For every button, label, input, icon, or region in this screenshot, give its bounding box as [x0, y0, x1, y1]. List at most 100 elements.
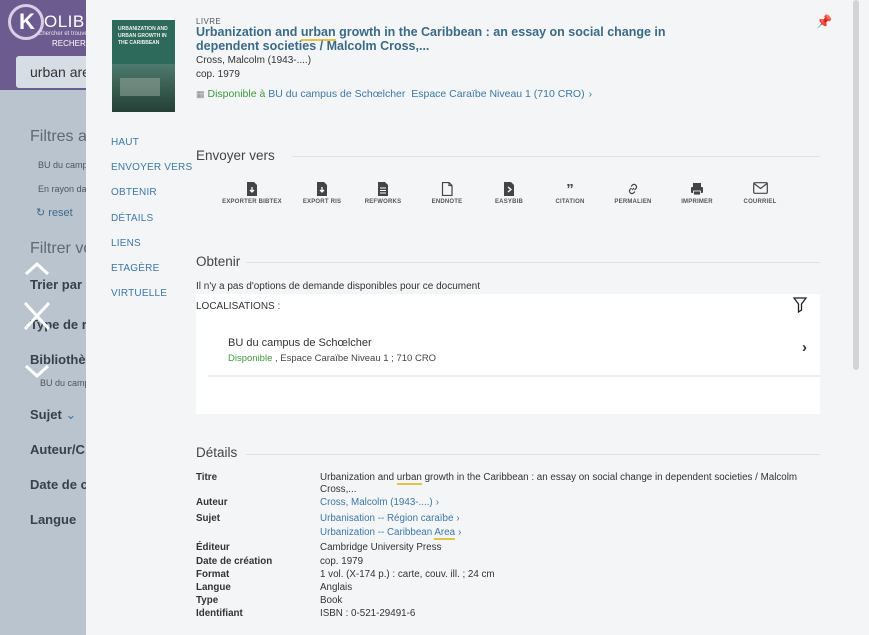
next-record-button[interactable]: [22, 356, 52, 386]
action-label: PERMALIEN: [614, 199, 652, 205]
subject-highlight: Area: [434, 527, 456, 540]
reset-icon: ↻: [36, 207, 49, 219]
facet-subject[interactable]: Sujet ⌄: [30, 407, 76, 423]
link-icon: [603, 182, 663, 198]
send-to-actions: EXPORTER BIBTEX EXPORT RIS REFWORKS ENDN…: [222, 182, 802, 222]
chevron-right-icon: ›: [802, 339, 807, 356]
facet-author[interactable]: Auteur/C: [30, 442, 85, 457]
email-button[interactable]: COURRIEL: [730, 182, 790, 206]
action-label: CITATION: [555, 199, 585, 205]
easybib-button[interactable]: EASYBIB: [479, 182, 539, 206]
record-date: cop. 1979: [196, 69, 240, 80]
availability-library: BU du campus de Schœlcher: [268, 88, 406, 100]
book-cover: URBANIZATION AND URBAN GROWTH IN THE CAR…: [112, 20, 175, 112]
export-bibtex-button[interactable]: EXPORTER BIBTEX: [222, 182, 282, 206]
filters-title: Filtres a: [30, 128, 87, 145]
title-text: Urbanization and: [196, 25, 301, 39]
printer-icon: [667, 182, 727, 198]
close-button[interactable]: [22, 300, 52, 331]
active-filter[interactable]: BU du camp: [38, 160, 88, 170]
record-title[interactable]: Urbanization and urban growth in the Car…: [196, 25, 666, 53]
availability-location: Espace Caraïbe Niveau 1 (710 CRO): [411, 88, 585, 100]
bibtex-file-icon: [222, 182, 282, 198]
nav-details[interactable]: DÉTAILS: [111, 206, 192, 231]
availability-link[interactable]: ▦ Disponible à BU du campus de Schœlcher …: [196, 88, 592, 100]
detail-value: 1 vol. (X-174 p.) : carte, couv. ill. ; …: [320, 569, 495, 580]
previous-record-button[interactable]: [22, 254, 52, 284]
logo-tagline: Chercher et trouver: [38, 31, 90, 37]
nav-send-to[interactable]: ENVOYER VERS: [111, 155, 192, 180]
record-author: Cross, Malcolm (1943-....): [196, 55, 312, 66]
detail-value: cop. 1979: [320, 556, 364, 567]
detail-value: Urbanization and urban growth in the Car…: [320, 472, 810, 495]
detail-value: ISBN : 0-521-29491-6: [320, 608, 416, 619]
detail-label: Auteur: [196, 497, 228, 508]
nav-links[interactable]: LIENS: [111, 231, 192, 256]
pin-icon[interactable]: 📌: [816, 14, 832, 30]
detail-label: Éditeur: [196, 542, 230, 553]
facet-language[interactable]: Langue: [30, 512, 76, 527]
location-library: BU du campus de Schœlcher: [228, 337, 372, 349]
refworks-button[interactable]: REFWORKS: [353, 182, 413, 206]
nav-top[interactable]: HAUT: [111, 130, 192, 155]
chevron-right-icon: ›: [458, 527, 462, 538]
nav-virtual[interactable]: VIRTUELLE: [111, 281, 192, 306]
export-ris-button[interactable]: EXPORT RIS: [292, 182, 352, 206]
close-icon: [23, 301, 51, 331]
endnote-button[interactable]: ENDNOTE: [417, 181, 477, 206]
locations-box: LOCALISATIONS : BU du campus de Schœlche…: [196, 294, 820, 414]
send-to-heading: Envoyer vers: [196, 148, 275, 163]
cover-title: URBANIZATION AND URBAN GROWTH IN THE CAR…: [118, 26, 168, 46]
locations-title: LOCALISATIONS :: [196, 301, 281, 312]
title-highlight: urban: [396, 472, 422, 485]
subject-link[interactable]: Urbanisation -- Région caraïbe: [320, 513, 453, 524]
divider: [246, 262, 820, 263]
refworks-icon: [353, 182, 413, 198]
detail-label: Format: [196, 569, 230, 580]
detail-label: Langue: [196, 582, 231, 593]
action-label: EXPORT RIS: [302, 199, 342, 205]
chevron-down-icon: ⌄: [65, 407, 77, 422]
action-label: EXPORTER BIBTEX: [222, 199, 282, 205]
book-icon: ▦: [196, 89, 205, 99]
quote-icon: ”: [566, 181, 574, 198]
detail-label: Type: [196, 595, 219, 606]
scrollbar[interactable]: [853, 0, 859, 370]
citation-button[interactable]: ” CITATION: [540, 182, 600, 206]
detail-label: Date de création: [196, 556, 273, 567]
nav-shelf[interactable]: ETAGÈRE: [111, 256, 192, 281]
action-label: COURRIEL: [743, 199, 777, 205]
kolibri-logo[interactable]: K OLIBRI Chercher et trouver RECHERCHE: [8, 4, 103, 48]
print-button[interactable]: IMPRIMER: [667, 182, 727, 206]
action-label: REFWORKS: [364, 199, 402, 205]
ris-file-icon: [292, 182, 352, 198]
action-label: IMPRIMER: [681, 199, 713, 205]
action-label: EASYBIB: [494, 199, 524, 205]
filter-icon[interactable]: [792, 297, 811, 315]
active-filter[interactable]: En rayon da: [38, 184, 87, 194]
location-card[interactable]: BU du campus de Schœlcher Disponible , E…: [208, 327, 820, 377]
facet-subject-label: Sujet: [30, 407, 62, 422]
envelope-icon: [730, 182, 790, 198]
reset-button[interactable]: ↻ reset: [36, 206, 73, 219]
detail-label: Titre: [196, 472, 218, 483]
divider: [246, 454, 820, 455]
detail-value: Cambridge University Press: [320, 542, 442, 553]
author-link[interactable]: Cross, Malcolm (1943-....): [320, 497, 433, 508]
availability-status: Disponible à: [207, 88, 266, 100]
location-status: Disponible: [228, 353, 273, 364]
logo-k: K: [19, 9, 35, 34]
facet-date[interactable]: Date de c: [30, 477, 88, 492]
details-heading: Détails: [196, 445, 238, 460]
chevron-right-icon: ›: [588, 88, 593, 100]
location-detail: Disponible , Espace Caraïbe Niveau 1 ; 7…: [228, 353, 436, 364]
detail-text: Urbanization and: [320, 472, 397, 483]
nav-obtain[interactable]: OBTENIR: [111, 180, 192, 205]
subject-link[interactable]: Urbanization -- Caribbean Area: [320, 527, 456, 540]
detail-value: Anglais: [320, 582, 353, 593]
divider: [292, 156, 820, 157]
easybib-icon: [479, 182, 539, 198]
permalink-button[interactable]: PERMALIEN: [603, 182, 663, 206]
cover-image: [112, 64, 175, 112]
obtain-heading: Obtenir: [196, 254, 241, 269]
